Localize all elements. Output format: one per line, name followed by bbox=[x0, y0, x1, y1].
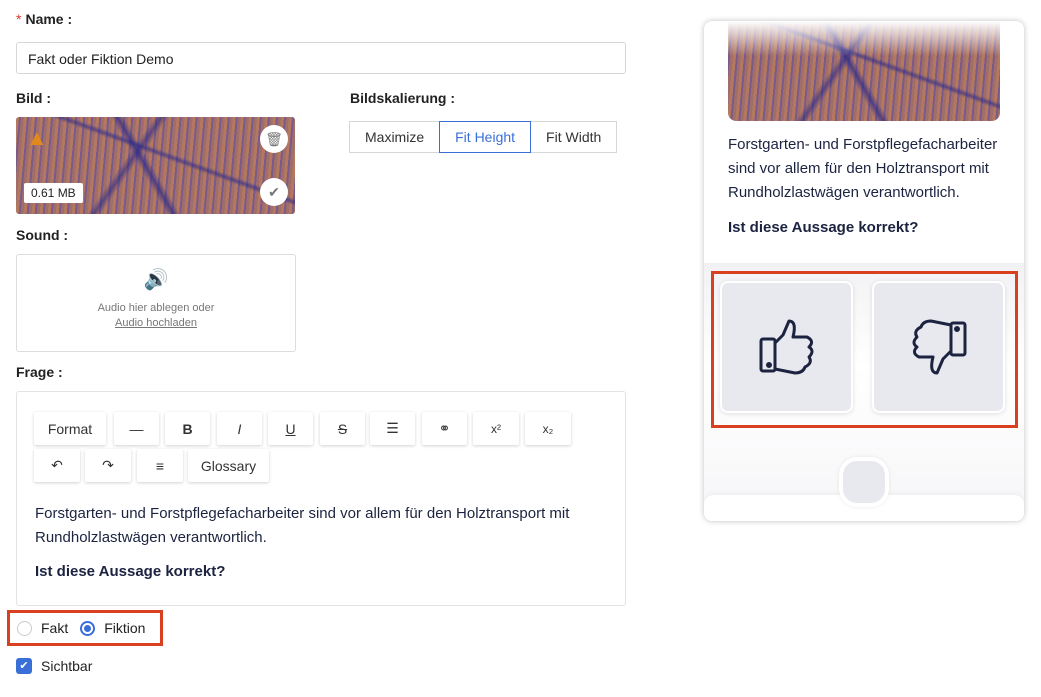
scaling-label: Bildskalierung : bbox=[350, 90, 456, 106]
glossary-button[interactable]: Glossary bbox=[188, 449, 269, 482]
list-icon: ☰ bbox=[386, 420, 399, 436]
name-label: * Name : bbox=[16, 11, 73, 27]
preview-text: Forstgarten- und Forstpflegefacharbeiter… bbox=[728, 136, 998, 201]
thumbs-up-icon bbox=[759, 319, 813, 375]
hr-button[interactable]: — bbox=[114, 412, 159, 445]
question-prompt: Ist diese Aussage korrekt? bbox=[35, 563, 226, 580]
undo-button[interactable]: ↶ bbox=[34, 449, 80, 482]
name-input[interactable]: Fakt oder Fiktion Demo bbox=[16, 42, 626, 74]
radio-fakt[interactable] bbox=[17, 620, 32, 636]
scaling-segmented: Maximize Fit Height Fit Width bbox=[349, 121, 618, 153]
question-text: Forstgarten- und Forstpflegefacharbeiter… bbox=[35, 505, 570, 546]
italic-button[interactable]: I bbox=[217, 412, 262, 445]
bold-button[interactable]: B bbox=[165, 412, 210, 445]
align-icon: ≡ bbox=[155, 457, 165, 474]
preview-phone: Forstgarten- und Forstpflegefacharbeiter… bbox=[704, 21, 1024, 521]
strikethrough-button[interactable]: S bbox=[320, 412, 365, 445]
sound-label: Sound : bbox=[16, 227, 69, 243]
answer-radio-group: Fakt Fiktion bbox=[7, 610, 163, 646]
check-icon[interactable]: ✔ bbox=[260, 178, 288, 206]
image-size: 0.61 MB bbox=[24, 183, 83, 203]
question-label: Frage : bbox=[16, 364, 63, 380]
preview-prompt: Ist diese Aussage korrekt? bbox=[728, 219, 919, 236]
sound-drop-text: Audio hier ablegen oder bbox=[97, 302, 215, 314]
list-button[interactable]: ☰ bbox=[370, 412, 415, 445]
subscript-button[interactable]: x₂ bbox=[525, 412, 571, 445]
preview-image bbox=[728, 21, 1000, 121]
undo-icon: ↶ bbox=[51, 457, 63, 473]
radio-fiktion-label[interactable]: Fiktion bbox=[104, 620, 145, 636]
visible-checkbox-row: ✔ Sichtbar bbox=[16, 658, 92, 674]
visible-label: Sichtbar bbox=[41, 658, 93, 674]
thumbs-down-button[interactable] bbox=[872, 281, 1005, 413]
radio-fakt-label[interactable]: Fakt bbox=[41, 620, 68, 636]
link-button[interactable]: ⚭ bbox=[422, 412, 467, 445]
superscript-button[interactable]: x² bbox=[473, 412, 519, 445]
question-editor[interactable]: Format — B I U S ☰ ⚭ x² x₂ ↶ ↷ ≡ Glossar… bbox=[16, 391, 626, 606]
thumbs-up-button[interactable] bbox=[720, 281, 853, 413]
link-icon: ⚭ bbox=[438, 420, 451, 436]
align-button[interactable]: ≡ bbox=[137, 449, 183, 482]
speaker-icon: 🔊 bbox=[143, 269, 169, 291]
trash-icon[interactable]: 🗑 bbox=[260, 125, 288, 153]
warning-icon: ▲ bbox=[26, 125, 48, 150]
scaling-fit-width[interactable]: Fit Width bbox=[530, 121, 618, 153]
image-thumbnail[interactable]: ▲ 🗑 ✔ 0.61 MB bbox=[16, 117, 295, 214]
underline-button[interactable]: U bbox=[268, 412, 313, 445]
radio-fiktion[interactable] bbox=[80, 620, 96, 636]
home-button[interactable] bbox=[839, 457, 889, 507]
visible-checkbox[interactable]: ✔ bbox=[16, 658, 32, 674]
redo-icon: ↷ bbox=[102, 457, 114, 473]
scaling-fit-height[interactable]: Fit Height bbox=[439, 121, 532, 153]
thumbs-down-icon bbox=[912, 319, 966, 375]
image-label: Bild : bbox=[16, 90, 52, 106]
format-button[interactable]: Format bbox=[34, 412, 106, 445]
redo-button[interactable]: ↷ bbox=[85, 449, 131, 482]
scaling-maximize[interactable]: Maximize bbox=[349, 121, 441, 153]
sound-upload-link[interactable]: Audio hochladen bbox=[17, 317, 295, 329]
sound-dropzone[interactable]: 🔊 Audio hier ablegen oder Audio hochlade… bbox=[16, 254, 296, 352]
